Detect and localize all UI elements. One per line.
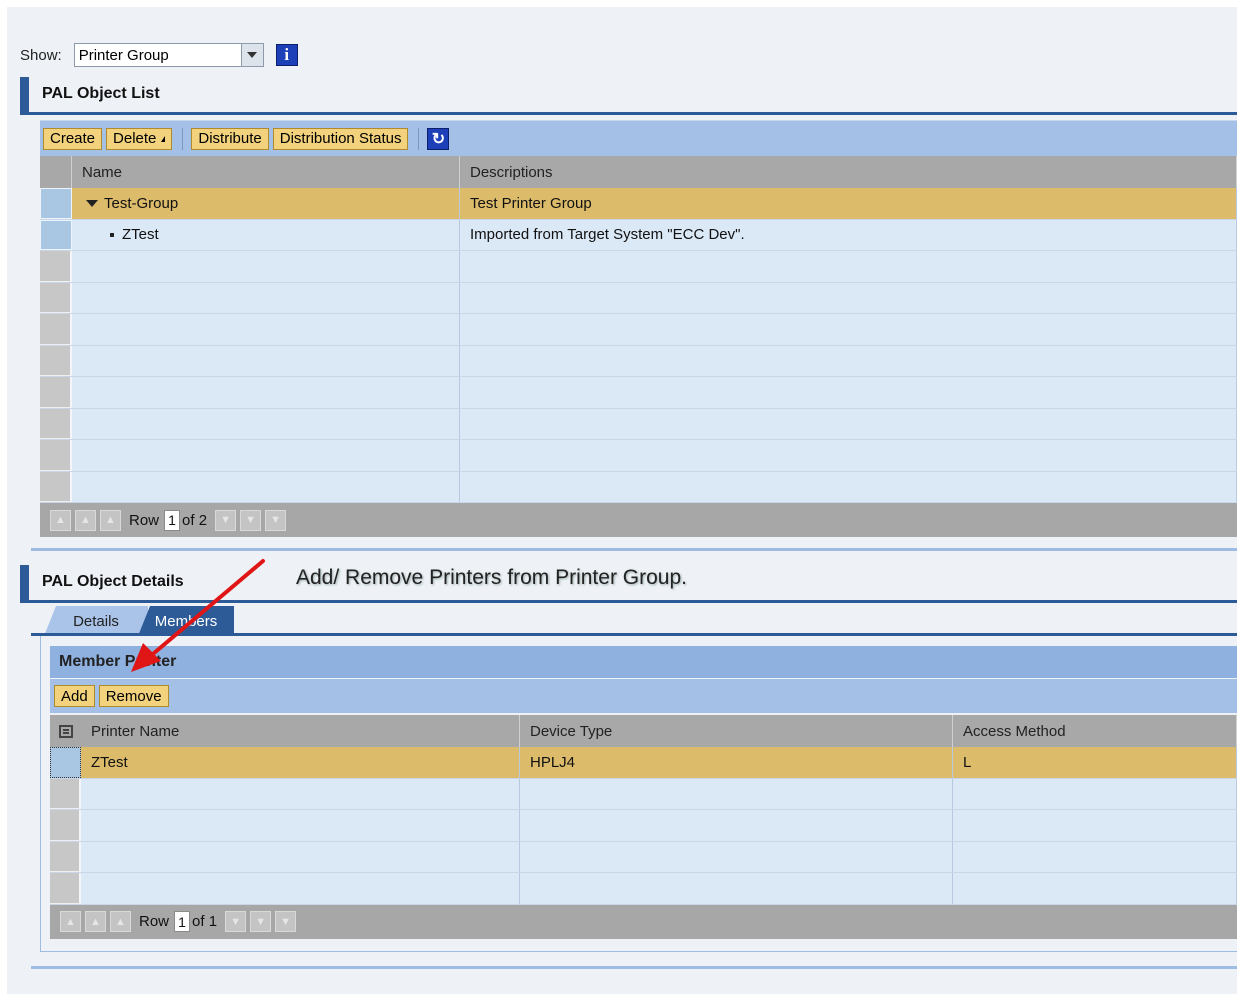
table-row-empty bbox=[50, 778, 1237, 810]
table-row-empty bbox=[40, 471, 1237, 503]
table-row-empty bbox=[40, 251, 1237, 283]
menu-triangle-icon bbox=[161, 135, 166, 142]
table-row-empty bbox=[40, 345, 1237, 377]
column-header-device-type[interactable]: Device Type bbox=[520, 715, 953, 747]
page-down-icon[interactable]: ▼ bbox=[240, 509, 262, 531]
column-header-access-method[interactable]: Access Method bbox=[953, 715, 1237, 747]
table-row-empty bbox=[40, 282, 1237, 314]
last-page-icon[interactable]: ▼ bbox=[275, 911, 297, 932]
device-type-cell: HPLJ4 bbox=[520, 747, 953, 778]
remove-button[interactable]: Remove bbox=[98, 685, 169, 707]
annotation-text: Add/ Remove Printers from Printer Group. bbox=[296, 566, 687, 589]
show-dropdown[interactable]: Printer Group bbox=[73, 43, 264, 67]
row-selector bbox=[40, 440, 72, 471]
table-row[interactable]: Test-Group Test Printer Group bbox=[40, 188, 1237, 220]
table-row-empty bbox=[50, 810, 1237, 842]
object-list-table: Name Descriptions Test-Group Test Printe… bbox=[40, 156, 1237, 537]
row-selector[interactable] bbox=[50, 747, 81, 778]
object-list-title: PAL Object List bbox=[42, 85, 160, 102]
row-selector bbox=[50, 810, 81, 841]
divider bbox=[31, 966, 1237, 969]
table-row-empty bbox=[40, 314, 1237, 346]
create-button[interactable]: Create bbox=[43, 127, 103, 150]
table-row[interactable]: ZTest Imported from Target System "ECC D… bbox=[40, 219, 1237, 251]
name-cell: Test-Group bbox=[72, 188, 460, 219]
section-rule bbox=[29, 112, 1237, 115]
show-dropdown-value: Printer Group bbox=[78, 46, 169, 64]
description-cell: Imported from Target System "ECC Dev". bbox=[460, 219, 1237, 250]
row-selector bbox=[40, 408, 72, 439]
row-selector bbox=[40, 314, 72, 345]
object-list-toolbar: Create Delete Distribute Distribution St… bbox=[40, 120, 1237, 156]
section-marker bbox=[20, 565, 29, 603]
table-row-empty bbox=[50, 841, 1237, 873]
row-selector bbox=[40, 377, 72, 408]
object-list-header: PAL Object List bbox=[20, 77, 1237, 115]
table-pager: ▲ ▲ ▲ Row 1 of 1 ▼ ▼ ▼ bbox=[50, 904, 1237, 939]
row-down-icon[interactable]: ▼ bbox=[225, 911, 247, 932]
row-selector bbox=[50, 841, 81, 872]
add-button[interactable]: Add bbox=[54, 685, 95, 707]
member-printer-table: Printer Name Device Type Access Method Z… bbox=[50, 715, 1237, 939]
delete-menu-button[interactable]: Delete bbox=[106, 127, 173, 150]
column-header-name[interactable]: Name bbox=[72, 156, 460, 188]
name-cell: ZTest bbox=[72, 219, 460, 250]
pager-row-label: Row bbox=[139, 913, 170, 930]
row-selector bbox=[40, 282, 72, 313]
pager-row-label: Row bbox=[129, 511, 160, 529]
refresh-icon[interactable]: ↻ bbox=[427, 127, 450, 150]
page-up-icon[interactable]: ▲ bbox=[85, 911, 106, 932]
table-row-empty bbox=[50, 873, 1237, 905]
first-page-icon[interactable]: ▲ bbox=[60, 911, 81, 932]
table-row-empty bbox=[40, 440, 1237, 472]
column-header-printer-name[interactable]: Printer Name bbox=[81, 715, 520, 747]
row-selector[interactable] bbox=[40, 188, 72, 219]
row-selector bbox=[50, 873, 81, 904]
bullet-icon bbox=[110, 232, 114, 237]
section-marker bbox=[20, 77, 29, 115]
row-selector bbox=[50, 778, 81, 809]
info-icon[interactable]: i bbox=[275, 44, 298, 66]
row-number-input[interactable]: 1 bbox=[164, 509, 181, 531]
column-header-descriptions[interactable]: Descriptions bbox=[460, 156, 1237, 188]
page-up-icon[interactable]: ▲ bbox=[75, 509, 96, 531]
divider bbox=[31, 548, 1237, 551]
chevron-down-icon[interactable] bbox=[240, 44, 263, 66]
last-page-icon[interactable]: ▼ bbox=[265, 509, 287, 531]
member-toolbar: Add Remove bbox=[50, 679, 1237, 713]
row-up-icon[interactable]: ▲ bbox=[110, 911, 131, 932]
page-down-icon[interactable]: ▼ bbox=[250, 911, 272, 932]
row-number-input[interactable]: 1 bbox=[174, 911, 191, 932]
distribute-button[interactable]: Distribute bbox=[191, 127, 269, 150]
table-header: Printer Name Device Type Access Method bbox=[50, 715, 1237, 747]
first-page-icon[interactable]: ▲ bbox=[50, 509, 71, 531]
row-up-icon[interactable]: ▲ bbox=[100, 509, 121, 531]
show-label: Show: bbox=[20, 46, 62, 64]
row-down-icon[interactable]: ▼ bbox=[215, 509, 237, 531]
expand-triangle-icon[interactable] bbox=[86, 199, 98, 207]
table-row-empty bbox=[40, 408, 1237, 440]
distribution-status-button[interactable]: Distribution Status bbox=[272, 127, 409, 150]
access-method-cell: L bbox=[953, 747, 1237, 778]
printer-name-cell: ZTest bbox=[81, 747, 520, 778]
table-row[interactable]: ZTest HPLJ4 L bbox=[50, 747, 1237, 779]
toolbar-separator bbox=[418, 127, 420, 150]
table-settings-icon[interactable] bbox=[50, 715, 81, 747]
row-selector bbox=[40, 471, 72, 502]
description-cell: Test Printer Group bbox=[460, 188, 1237, 219]
show-row: Show: Printer Group i bbox=[20, 43, 298, 67]
row-selector[interactable] bbox=[40, 219, 72, 250]
table-row-empty bbox=[40, 377, 1237, 409]
pager-of-label: of 2 bbox=[182, 511, 208, 529]
toolbar-separator bbox=[182, 127, 184, 150]
table-pager: ▲ ▲ ▲ Row 1 of 2 ▼ ▼ ▼ bbox=[40, 503, 1237, 537]
annotation-arrow-icon bbox=[131, 559, 265, 672]
row-selector bbox=[40, 345, 72, 376]
table-header: Name Descriptions bbox=[40, 156, 1237, 188]
row-selector bbox=[40, 251, 72, 282]
select-all-cell[interactable] bbox=[40, 156, 72, 188]
pager-of-label: of 1 bbox=[192, 913, 218, 930]
